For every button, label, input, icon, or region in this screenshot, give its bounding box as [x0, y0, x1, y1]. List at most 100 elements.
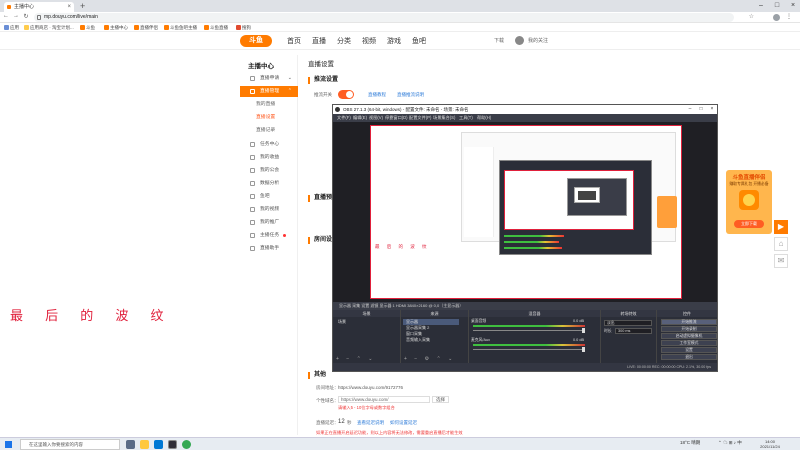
obs-menu-tools[interactable]: 工具(T): [459, 114, 473, 122]
transition-duration-field[interactable]: 300 ms: [615, 328, 652, 334]
scene-item[interactable]: 场景: [335, 319, 397, 325]
url-field[interactable]: mp.douyu.com/live/main: [34, 13, 734, 22]
studio-mode-button[interactable]: 工作室模式: [661, 340, 717, 346]
sidebar-item-video[interactable]: 我的视频: [240, 204, 298, 215]
custom-url-input[interactable]: https://www.douyu.com/: [338, 396, 430, 403]
sidebar-item-anchor-task[interactable]: 主播任务: [240, 230, 298, 241]
controls-dock: 控件 开始推流 开始录制 启动虚拟摄像机 工作室模式 设置 退出: [657, 310, 717, 363]
close-window-icon[interactable]: ×: [786, 0, 800, 12]
start-recording-button[interactable]: 开始录制: [661, 326, 717, 332]
tray-icons[interactable]: ⌃ ☁ ⊞ ♪ 中: [718, 440, 742, 446]
task-view-icon[interactable]: [126, 440, 135, 449]
exit-button[interactable]: 退出: [661, 354, 717, 360]
chrome-icon[interactable]: [182, 440, 191, 449]
sidebar-item-promo[interactable]: 我的推广: [240, 217, 298, 228]
feedback-icon[interactable]: ✉: [774, 254, 788, 268]
sidebar-item-tasks[interactable]: 任务中心: [240, 139, 298, 150]
bookmark-item[interactable]: 斗鱼: [80, 24, 95, 31]
obs-taskbar-icon[interactable]: [168, 440, 177, 449]
obs-menu-edit[interactable]: 编辑(E): [353, 114, 367, 122]
obs-menu-profile[interactable]: 配置文件(P): [409, 114, 431, 122]
obs-menu-help[interactable]: 帮助(H): [477, 114, 491, 122]
bookmark-item[interactable]: 斗鱼直播: [204, 24, 228, 31]
obs-source-toolbar[interactable]: 显示器 采集 设置 滤镜 显示器 1 HDMI 3840×2160 @ 0,0（…: [333, 302, 717, 310]
obs-window[interactable]: OBS 27.1.3 (64-bit, windows) - 配置文件: 未命名…: [332, 104, 718, 372]
douyu-logo[interactable]: 斗鱼: [240, 35, 272, 47]
taskbar-search[interactable]: 在这里输入你要搜索的内容: [20, 439, 120, 450]
push-toggle[interactable]: [338, 90, 354, 99]
obs-titlebar[interactable]: OBS 27.1.3 (64-bit, windows) - 配置文件: 未命名…: [333, 105, 717, 114]
virtual-camera-button[interactable]: 启动虚拟摄像机: [661, 333, 717, 339]
obs-menu-file[interactable]: 文件(F): [337, 114, 351, 122]
custom-url-note: 请输入5 - 10位字母或数字组合: [338, 405, 395, 410]
browser-menu-icon[interactable]: ⋮: [786, 13, 792, 20]
maximize-icon[interactable]: □: [770, 0, 784, 12]
source-item[interactable]: 音频输入采集: [403, 337, 459, 343]
bookmark-item[interactable]: 主播中心: [104, 24, 128, 31]
sources-dock-buttons[interactable]: + − ⚙ ⌃ ⌄: [404, 356, 455, 362]
sidebar-item-yuba[interactable]: 鱼吧: [240, 191, 298, 202]
obs-preview[interactable]: 最 后 的 波 纹: [333, 122, 717, 302]
preview-canvas[interactable]: 最 后 的 波 纹: [370, 125, 682, 299]
companion-ad[interactable]: 斗鱼直播伴侣 赚取专属礼包 开播必备 立即下载: [726, 170, 772, 234]
companion-download-button[interactable]: 立即下载: [734, 220, 764, 228]
play-icon[interactable]: ▶: [774, 220, 788, 234]
mixer-mic-slider[interactable]: [473, 347, 585, 352]
obs-minimize-icon[interactable]: –: [685, 105, 695, 114]
file-explorer-icon[interactable]: [140, 440, 149, 449]
home-icon[interactable]: ⌂: [774, 237, 788, 251]
push-guide-link[interactable]: 直播推流说明: [397, 92, 424, 98]
obs-menu-view[interactable]: 视图(V): [369, 114, 383, 122]
nav-home[interactable]: 首页: [287, 36, 301, 46]
nav-category[interactable]: 分类: [337, 36, 351, 46]
sidebar-sub-my-live[interactable]: 我的直播: [240, 99, 298, 110]
settings-button[interactable]: 设置: [661, 347, 717, 353]
delay-info-link[interactable]: 查看延迟说明: [357, 420, 384, 426]
bookmark-item[interactable]: 搜狗: [236, 24, 251, 31]
taskbar-clock[interactable]: 14:00 2021/11/24: [750, 439, 790, 449]
close-tab-icon[interactable]: ×: [67, 2, 71, 12]
sidebar-sub-live-records[interactable]: 直播记录: [240, 125, 298, 136]
forward-icon[interactable]: →: [12, 13, 20, 19]
obs-maximize-icon[interactable]: □: [696, 105, 706, 114]
sidebar-sub-live-settings[interactable]: 直播设置: [240, 112, 298, 123]
download-link[interactable]: 下载: [494, 37, 504, 44]
profile-icon[interactable]: [773, 14, 780, 21]
mixer-desktop-slider[interactable]: [473, 328, 585, 333]
avatar[interactable]: [515, 36, 524, 45]
store-icon[interactable]: [154, 440, 163, 449]
custom-url-select[interactable]: 选择: [432, 396, 449, 403]
live-tutorial-link[interactable]: 直播教程: [368, 92, 386, 98]
browser-tab[interactable]: 主播中心 ×: [4, 2, 74, 12]
windows-start-icon[interactable]: [5, 441, 12, 448]
delay-setup-link[interactable]: 如何设置延迟: [390, 420, 417, 426]
bookmark-item[interactable]: 应用: [4, 24, 19, 31]
sidebar-item-data[interactable]: 数据分析: [240, 178, 298, 189]
weather-status[interactable]: 18°C 晴朗: [680, 440, 700, 446]
income-icon: [250, 155, 255, 160]
obs-close-icon[interactable]: ×: [707, 105, 717, 114]
obs-menu-docks[interactable]: 停靠窗口(D): [385, 114, 408, 122]
bookmark-item[interactable]: 应用商店 · 淘宝计划...: [24, 24, 74, 31]
nav-live[interactable]: 直播: [312, 36, 326, 46]
obs-menu-scenecollection[interactable]: 场景集合(S): [433, 114, 455, 122]
nav-yuba[interactable]: 鱼吧: [412, 36, 426, 46]
sidebar-item-guild[interactable]: 我的公会: [240, 165, 298, 176]
sidebar-item-assistant[interactable]: 直播助手: [240, 243, 298, 254]
back-icon[interactable]: ←: [2, 13, 10, 19]
nav-video[interactable]: 视频: [362, 36, 376, 46]
new-tab-button[interactable]: +: [80, 1, 85, 11]
start-streaming-button[interactable]: 开始推流: [661, 319, 717, 325]
minimize-icon[interactable]: –: [754, 0, 768, 12]
sidebar-item-income[interactable]: 我的收益: [240, 152, 298, 163]
bookmark-item[interactable]: 斗鱼鱼吧主播: [164, 24, 197, 31]
bookmark-item[interactable]: 直播伴侣: [134, 24, 158, 31]
transition-type-select[interactable]: 淡出: [604, 320, 652, 326]
bookmark-star-icon[interactable]: ☆: [749, 13, 754, 20]
scenes-dock-buttons[interactable]: + − ⌃ ⌄: [336, 356, 375, 362]
sidebar-item-live-manage[interactable]: 直播管理 ⌃: [240, 86, 298, 97]
nav-game[interactable]: 游戏: [387, 36, 401, 46]
follow-link[interactable]: 我的关注: [528, 37, 548, 44]
sidebar-item-apply[interactable]: 直播申请 ⌄: [240, 73, 298, 84]
reload-icon[interactable]: ↻: [22, 13, 30, 20]
